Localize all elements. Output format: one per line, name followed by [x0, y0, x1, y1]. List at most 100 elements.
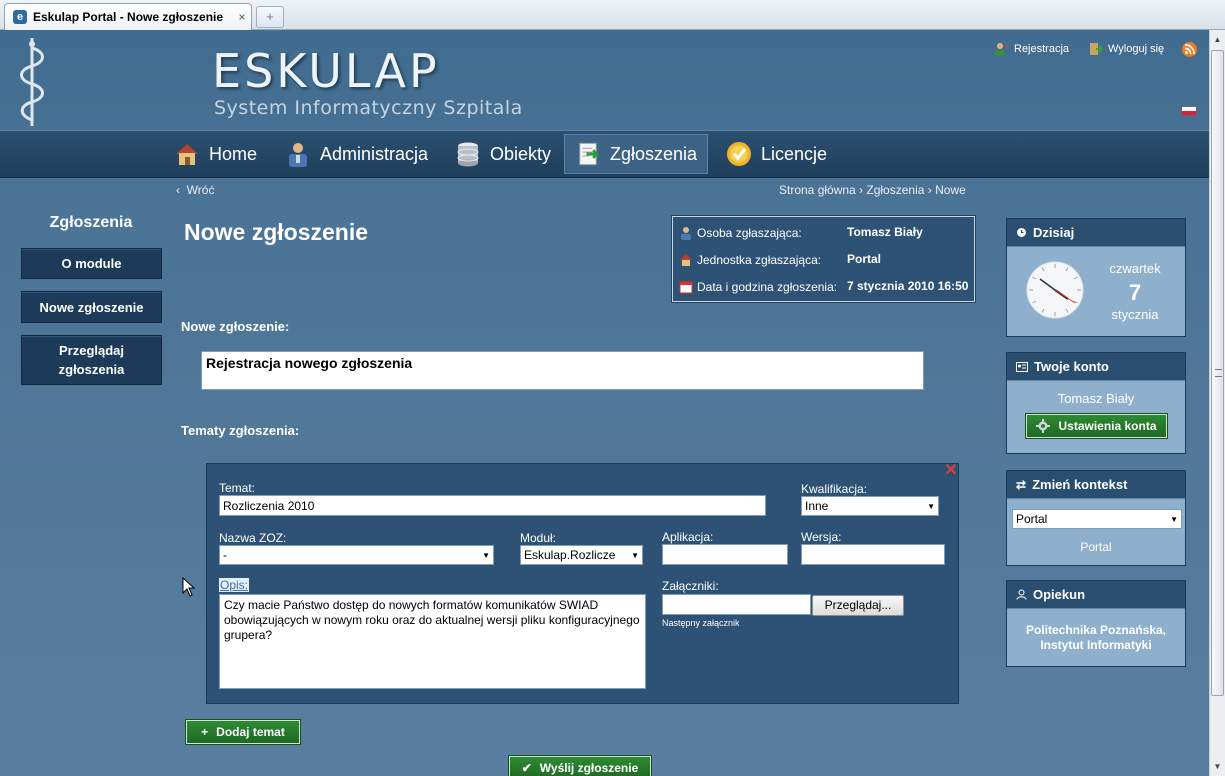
nav-home[interactable]: Home — [163, 134, 267, 174]
browser-tab[interactable]: e Eskulap Portal - Nowe zgłoszenie × — [4, 3, 252, 30]
today-weekday: czwartek — [1109, 261, 1161, 276]
guardian-name: Politechnika Poznańska, Instytut Informa… — [1025, 623, 1167, 652]
register-link[interactable]: + Rejestracja — [993, 42, 1069, 56]
back-link-label: Wróć — [186, 183, 215, 197]
guardian-widget-header: Opiekun — [1007, 581, 1185, 609]
polish-flag-icon[interactable] — [1181, 106, 1197, 116]
qualification-value: Inne — [805, 499, 829, 513]
sidebar-item-nowe-zgloszenie[interactable]: Nowe zgłoszenie — [21, 291, 162, 323]
reporter-row: Osoba zgłaszająca: — [679, 223, 802, 243]
application-input[interactable] — [662, 544, 788, 565]
nav-zgloszenia[interactable]: Zgłoszenia — [564, 134, 708, 174]
context-current: Portal — [1080, 540, 1112, 554]
mouse-cursor-icon — [182, 577, 196, 597]
chevron-down-icon: ▼ — [1170, 514, 1178, 524]
account-widget-header: Twoje konto — [1007, 353, 1185, 381]
id-card-icon — [1016, 361, 1028, 372]
chevron-down-icon: ▼ — [631, 550, 639, 560]
certificate-badge-icon — [727, 142, 751, 166]
attachment-file-input[interactable] — [662, 594, 811, 615]
context-widget-header: ⇄ Zmień kontekst — [1007, 471, 1185, 499]
reporter-label: Osoba zgłaszająca: — [697, 226, 802, 240]
svg-text:+: + — [1004, 42, 1009, 51]
scroll-down-icon[interactable]: ▼ — [1210, 759, 1225, 774]
nav-administracja-label: Administracja — [320, 143, 429, 164]
qualification-label: Kwalifikacja: — [801, 482, 868, 496]
nav-zgloszenia-label: Zgłoszenia — [609, 143, 697, 164]
chevron-left-icon: ‹ — [176, 183, 180, 197]
guardian-widget: Opiekun Politechnika Poznańska, Instytut… — [1006, 580, 1186, 667]
user-admin-icon — [289, 143, 307, 167]
nav-obiekty-label: Obiekty — [490, 143, 552, 164]
new-tab-button[interactable]: + — [256, 6, 284, 28]
account-settings-button[interactable]: Ustawienia konta — [1025, 413, 1168, 439]
rss-icon[interactable] — [1182, 42, 1197, 57]
close-icon[interactable]: ✕ — [944, 463, 958, 479]
submit-ticket-button[interactable]: ✔ Wyślij zgłoszenie — [508, 755, 652, 776]
attachments-label: Załączniki: — [662, 579, 719, 593]
add-topic-button[interactable]: + Dodaj temat — [185, 719, 301, 745]
today-widget-header: Dzisiaj — [1007, 219, 1185, 247]
nav-licencje[interactable]: Licencje — [715, 134, 837, 174]
back-link[interactable]: ‹ Wróć — [176, 183, 214, 197]
nav-administracja[interactable]: Administracja — [274, 134, 438, 174]
vertical-scrollbar[interactable]: ▲ ▼ — [1209, 30, 1225, 776]
qualification-select[interactable]: Inne ▼ — [801, 496, 939, 516]
chevron-down-icon: ▼ — [482, 550, 490, 560]
context-widget: ⇄ Zmień kontekst Portal ▼ Portal — [1006, 470, 1186, 566]
submit-ticket-label: Wyślij zgłoszenie — [539, 761, 639, 775]
guardian-title: Opiekun — [1033, 587, 1086, 602]
context-title: Zmień kontekst — [1032, 477, 1128, 492]
sidebar-title: Zgłoszenia — [49, 214, 133, 231]
browser-tab-title: Eskulap Portal - Nowe zgłoszenie — [33, 10, 224, 24]
sidebar-item-o-module[interactable]: O module — [21, 248, 162, 279]
today-month: stycznia — [1111, 307, 1159, 322]
module-select[interactable]: Eskulap.Rozlicze ▼ — [520, 545, 643, 565]
context-selected: Portal — [1016, 512, 1048, 526]
datetime-value: 7 stycznia 2010 16:50 — [847, 279, 969, 293]
favicon-icon: e — [13, 10, 27, 24]
breadcrumb[interactable]: Strona główna › Zgłoszenia › Nowe — [779, 183, 966, 197]
unit-row: Jednostka zgłaszająca: — [679, 250, 821, 270]
house-icon — [176, 144, 198, 165]
datetime-row: Data i godzina zgłoszenia: — [679, 277, 837, 297]
home-small-icon — [680, 254, 692, 266]
gear-icon — [1036, 419, 1051, 433]
description-textarea[interactable]: Czy macie Państwo dostęp do nowych forma… — [219, 594, 646, 689]
document-arrow-icon — [579, 142, 600, 166]
register-user-icon: + — [995, 42, 1009, 56]
ticket-title-input[interactable]: Rejestracja nowego zgłoszenia — [201, 351, 924, 390]
datetime-label: Data i godzina zgłoszenia: — [697, 280, 838, 294]
logout-link[interactable]: Wyloguj się — [1087, 42, 1164, 56]
calendar-icon — [679, 281, 693, 294]
add-topic-label: Dodaj temat — [216, 725, 285, 739]
module-value: Eskulap.Rozlicze — [524, 548, 616, 562]
next-attachment-link[interactable]: Następny załącznik — [662, 618, 740, 628]
description-label: Opis: — [219, 578, 250, 592]
version-label: Wersja: — [801, 530, 842, 544]
scroll-up-icon[interactable]: ▲ — [1210, 32, 1225, 47]
sidebar-item-przegladaj[interactable]: Przeglądaj zgłoszenia — [21, 335, 162, 385]
person-outline-icon — [1016, 589, 1027, 600]
version-input[interactable] — [801, 544, 945, 565]
subject-label: Temat: — [219, 481, 256, 495]
swap-arrows-icon: ⇄ — [1016, 477, 1027, 492]
zoz-select[interactable]: - ▼ — [219, 545, 494, 565]
application-label: Aplikacja: — [662, 530, 714, 544]
nav-obiekty[interactable]: Obiekty — [444, 134, 561, 174]
topics-label: Tematy zgłoszenia: — [181, 423, 300, 438]
logout-link-label: Wyloguj się — [1108, 43, 1165, 55]
context-select[interactable]: Portal ▼ — [1012, 509, 1182, 529]
logout-door-icon — [1090, 43, 1103, 55]
account-settings-label: Ustawienia konta — [1058, 419, 1157, 433]
browse-button[interactable]: Przeglądaj... — [812, 595, 904, 616]
zoz-label: Nazwa ZOZ: — [219, 531, 287, 545]
today-title: Dzisiaj — [1033, 225, 1075, 240]
register-link-label: Rejestracja — [1014, 43, 1070, 55]
subject-input[interactable]: Rozliczenia 2010 — [219, 495, 766, 516]
today-widget: Dzisiaj czwartek 7 stycznia — [1006, 218, 1186, 337]
check-icon: ✔ — [521, 761, 532, 775]
nav-licencje-label: Licencje — [761, 143, 828, 164]
tab-close-icon[interactable]: × — [233, 10, 251, 24]
scrollbar-thumb[interactable] — [1211, 50, 1224, 696]
